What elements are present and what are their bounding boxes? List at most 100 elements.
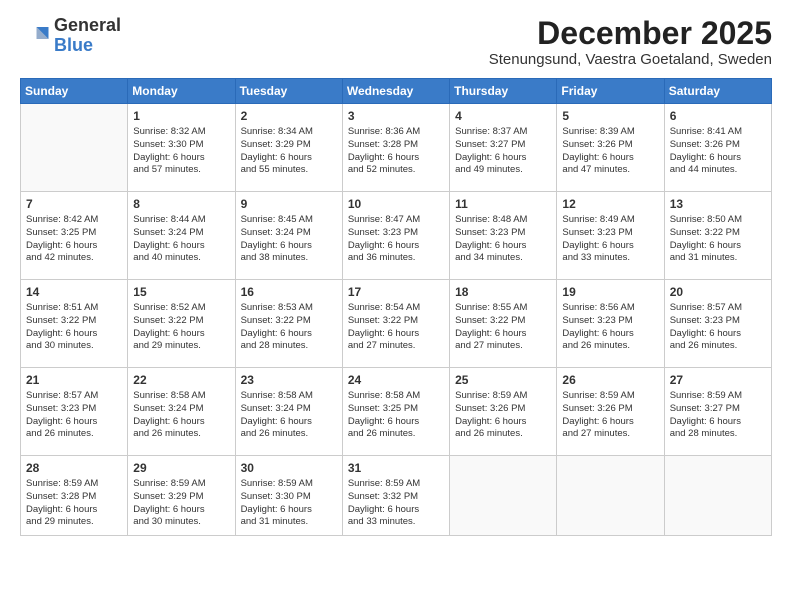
day-info: Sunrise: 8:47 AM Sunset: 3:23 PM Dayligh… [348, 214, 444, 265]
day-info: Sunrise: 8:59 AM Sunset: 3:30 PM Dayligh… [241, 478, 337, 529]
day-number: 4 [455, 108, 551, 125]
calendar-cell: 12Sunrise: 8:49 AM Sunset: 3:23 PM Dayli… [557, 192, 664, 280]
day-number: 31 [348, 460, 444, 477]
calendar-cell: 16Sunrise: 8:53 AM Sunset: 3:22 PM Dayli… [235, 280, 342, 368]
calendar-cell: 27Sunrise: 8:59 AM Sunset: 3:27 PM Dayli… [664, 368, 771, 456]
calendar-cell [450, 456, 557, 536]
day-number: 14 [26, 284, 122, 301]
day-info: Sunrise: 8:50 AM Sunset: 3:22 PM Dayligh… [670, 214, 766, 265]
day-number: 11 [455, 196, 551, 213]
week-row-2: 7Sunrise: 8:42 AM Sunset: 3:25 PM Daylig… [21, 192, 772, 280]
day-number: 27 [670, 372, 766, 389]
calendar-cell: 28Sunrise: 8:59 AM Sunset: 3:28 PM Dayli… [21, 456, 128, 536]
day-info: Sunrise: 8:51 AM Sunset: 3:22 PM Dayligh… [26, 302, 122, 353]
day-number: 7 [26, 196, 122, 213]
calendar-cell: 8Sunrise: 8:44 AM Sunset: 3:24 PM Daylig… [128, 192, 235, 280]
day-number: 12 [562, 196, 658, 213]
day-number: 19 [562, 284, 658, 301]
day-info: Sunrise: 8:54 AM Sunset: 3:22 PM Dayligh… [348, 302, 444, 353]
day-info: Sunrise: 8:57 AM Sunset: 3:23 PM Dayligh… [26, 390, 122, 441]
weekday-header-row: SundayMondayTuesdayWednesdayThursdayFrid… [21, 79, 772, 104]
day-number: 5 [562, 108, 658, 125]
calendar-cell [21, 104, 128, 192]
week-row-3: 14Sunrise: 8:51 AM Sunset: 3:22 PM Dayli… [21, 280, 772, 368]
day-info: Sunrise: 8:53 AM Sunset: 3:22 PM Dayligh… [241, 302, 337, 353]
day-number: 26 [562, 372, 658, 389]
calendar-cell: 25Sunrise: 8:59 AM Sunset: 3:26 PM Dayli… [450, 368, 557, 456]
logo-general: General [54, 16, 121, 36]
day-info: Sunrise: 8:57 AM Sunset: 3:23 PM Dayligh… [670, 302, 766, 353]
weekday-header-tuesday: Tuesday [235, 79, 342, 104]
calendar-cell: 18Sunrise: 8:55 AM Sunset: 3:22 PM Dayli… [450, 280, 557, 368]
day-info: Sunrise: 8:58 AM Sunset: 3:24 PM Dayligh… [133, 390, 229, 441]
calendar-cell: 6Sunrise: 8:41 AM Sunset: 3:26 PM Daylig… [664, 104, 771, 192]
calendar-cell: 31Sunrise: 8:59 AM Sunset: 3:32 PM Dayli… [342, 456, 449, 536]
day-info: Sunrise: 8:59 AM Sunset: 3:27 PM Dayligh… [670, 390, 766, 441]
weekday-header-saturday: Saturday [664, 79, 771, 104]
calendar-cell: 4Sunrise: 8:37 AM Sunset: 3:27 PM Daylig… [450, 104, 557, 192]
calendar-cell: 26Sunrise: 8:59 AM Sunset: 3:26 PM Dayli… [557, 368, 664, 456]
day-info: Sunrise: 8:59 AM Sunset: 3:26 PM Dayligh… [455, 390, 551, 441]
day-number: 24 [348, 372, 444, 389]
day-info: Sunrise: 8:56 AM Sunset: 3:23 PM Dayligh… [562, 302, 658, 353]
calendar-cell: 5Sunrise: 8:39 AM Sunset: 3:26 PM Daylig… [557, 104, 664, 192]
weekday-header-monday: Monday [128, 79, 235, 104]
calendar-cell: 14Sunrise: 8:51 AM Sunset: 3:22 PM Dayli… [21, 280, 128, 368]
calendar-cell: 7Sunrise: 8:42 AM Sunset: 3:25 PM Daylig… [21, 192, 128, 280]
day-info: Sunrise: 8:42 AM Sunset: 3:25 PM Dayligh… [26, 214, 122, 265]
day-info: Sunrise: 8:39 AM Sunset: 3:26 PM Dayligh… [562, 126, 658, 177]
day-info: Sunrise: 8:36 AM Sunset: 3:28 PM Dayligh… [348, 126, 444, 177]
calendar-cell [557, 456, 664, 536]
calendar-cell [664, 456, 771, 536]
day-number: 15 [133, 284, 229, 301]
day-info: Sunrise: 8:59 AM Sunset: 3:26 PM Dayligh… [562, 390, 658, 441]
day-info: Sunrise: 8:59 AM Sunset: 3:32 PM Dayligh… [348, 478, 444, 529]
day-number: 29 [133, 460, 229, 477]
day-info: Sunrise: 8:52 AM Sunset: 3:22 PM Dayligh… [133, 302, 229, 353]
location-title: Stenungsund, Vaestra Goetaland, Sweden [489, 51, 772, 68]
day-number: 20 [670, 284, 766, 301]
calendar-cell: 19Sunrise: 8:56 AM Sunset: 3:23 PM Dayli… [557, 280, 664, 368]
day-info: Sunrise: 8:58 AM Sunset: 3:24 PM Dayligh… [241, 390, 337, 441]
day-number: 2 [241, 108, 337, 125]
calendar-cell: 13Sunrise: 8:50 AM Sunset: 3:22 PM Dayli… [664, 192, 771, 280]
day-number: 23 [241, 372, 337, 389]
day-info: Sunrise: 8:59 AM Sunset: 3:28 PM Dayligh… [26, 478, 122, 529]
day-info: Sunrise: 8:55 AM Sunset: 3:22 PM Dayligh… [455, 302, 551, 353]
month-title: December 2025 [489, 16, 772, 51]
day-number: 8 [133, 196, 229, 213]
calendar-cell: 23Sunrise: 8:58 AM Sunset: 3:24 PM Dayli… [235, 368, 342, 456]
day-number: 3 [348, 108, 444, 125]
weekday-header-sunday: Sunday [21, 79, 128, 104]
day-info: Sunrise: 8:44 AM Sunset: 3:24 PM Dayligh… [133, 214, 229, 265]
calendar-cell: 9Sunrise: 8:45 AM Sunset: 3:24 PM Daylig… [235, 192, 342, 280]
calendar-cell: 15Sunrise: 8:52 AM Sunset: 3:22 PM Dayli… [128, 280, 235, 368]
day-info: Sunrise: 8:59 AM Sunset: 3:29 PM Dayligh… [133, 478, 229, 529]
page: General Blue December 2025 Stenungsund, … [0, 0, 792, 612]
weekday-header-wednesday: Wednesday [342, 79, 449, 104]
logo-blue: Blue [54, 36, 121, 56]
calendar-cell: 30Sunrise: 8:59 AM Sunset: 3:30 PM Dayli… [235, 456, 342, 536]
day-number: 28 [26, 460, 122, 477]
day-info: Sunrise: 8:34 AM Sunset: 3:29 PM Dayligh… [241, 126, 337, 177]
day-number: 22 [133, 372, 229, 389]
calendar-cell: 2Sunrise: 8:34 AM Sunset: 3:29 PM Daylig… [235, 104, 342, 192]
day-number: 21 [26, 372, 122, 389]
calendar-cell: 3Sunrise: 8:36 AM Sunset: 3:28 PM Daylig… [342, 104, 449, 192]
week-row-5: 28Sunrise: 8:59 AM Sunset: 3:28 PM Dayli… [21, 456, 772, 536]
calendar-cell: 11Sunrise: 8:48 AM Sunset: 3:23 PM Dayli… [450, 192, 557, 280]
day-number: 10 [348, 196, 444, 213]
logo-icon [20, 21, 50, 51]
calendar: SundayMondayTuesdayWednesdayThursdayFrid… [20, 78, 772, 536]
day-info: Sunrise: 8:49 AM Sunset: 3:23 PM Dayligh… [562, 214, 658, 265]
day-number: 13 [670, 196, 766, 213]
day-info: Sunrise: 8:58 AM Sunset: 3:25 PM Dayligh… [348, 390, 444, 441]
weekday-header-friday: Friday [557, 79, 664, 104]
day-number: 16 [241, 284, 337, 301]
day-number: 30 [241, 460, 337, 477]
calendar-cell: 20Sunrise: 8:57 AM Sunset: 3:23 PM Dayli… [664, 280, 771, 368]
logo: General Blue [20, 16, 121, 56]
day-info: Sunrise: 8:41 AM Sunset: 3:26 PM Dayligh… [670, 126, 766, 177]
day-number: 6 [670, 108, 766, 125]
week-row-1: 1Sunrise: 8:32 AM Sunset: 3:30 PM Daylig… [21, 104, 772, 192]
